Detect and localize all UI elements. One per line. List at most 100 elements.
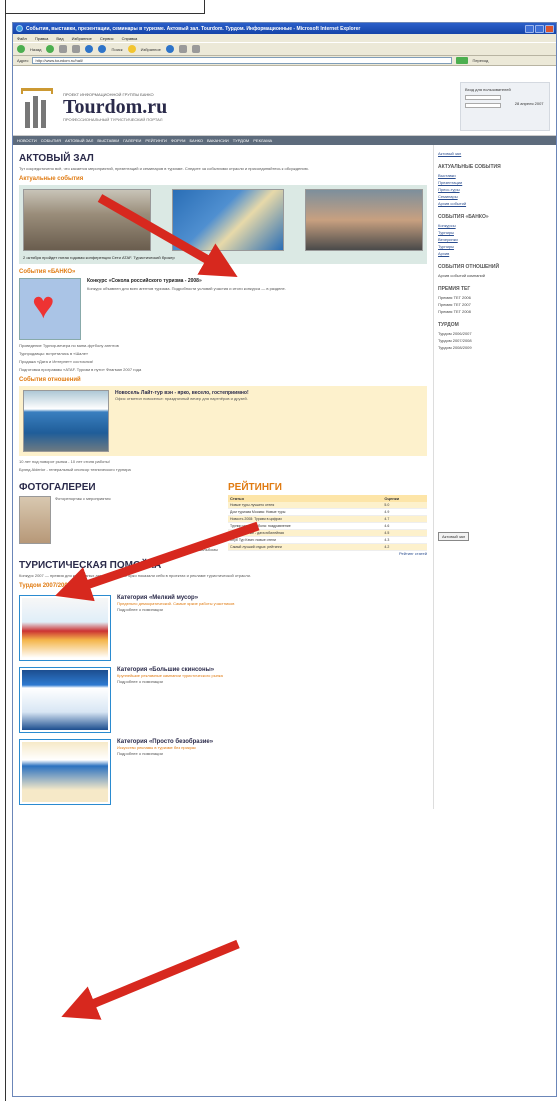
sidebar-item[interactable]: Турдом 2007/2008 xyxy=(438,338,552,343)
nav-item[interactable]: РЕКЛАМА xyxy=(253,138,272,143)
nav-item[interactable]: ГАЛЕРЕИ xyxy=(123,138,141,143)
sidebar-item[interactable]: Архив событий xyxy=(438,201,552,206)
sidebar-item[interactable]: Семинары xyxy=(438,194,552,199)
nav-item[interactable]: ВАКАНСИИ xyxy=(207,138,229,143)
favorites-label[interactable]: Избранное xyxy=(141,47,161,52)
sidebar-item[interactable]: Архив xyxy=(438,251,552,256)
meeting-photo[interactable] xyxy=(305,189,423,251)
ratings-more-link[interactable]: Рейтинг статей xyxy=(228,551,427,556)
sidebar-item[interactable]: Турниры xyxy=(438,244,552,249)
gallery-caption[interactable]: Фоторепортаж с мероприятия xyxy=(55,496,111,544)
news-line[interactable]: Проведение Турнир-вечера по мини-футболу… xyxy=(19,343,427,348)
nav-item[interactable]: НОВОСТИ xyxy=(17,138,37,143)
nav-item[interactable]: ВЫСТАВКИ xyxy=(97,138,119,143)
nav-item[interactable]: АКТОВЫЙ ЗАЛ xyxy=(65,138,93,143)
sidebar-item[interactable]: Конкурсы xyxy=(438,223,552,228)
news-line[interactable]: Подготовка программы «ATAF. Туризм в пут… xyxy=(19,367,427,372)
sidebar-item[interactable]: Премия ТЕГ 2006 xyxy=(438,295,552,300)
speaker-photo[interactable] xyxy=(172,189,284,251)
login-field[interactable] xyxy=(465,95,501,100)
awards-heading: Турдом 2007/2008 xyxy=(19,583,72,589)
gallery-thumb[interactable] xyxy=(19,496,51,544)
gallery-more-link[interactable]: Все фотоальбомы xyxy=(19,547,218,552)
table-row[interactable]: Турнир мини-футбола: поздравление 4.6 xyxy=(228,522,427,530)
heart-image[interactable]: ♥ xyxy=(19,278,81,340)
award-subtitle: Искусство рекламы в туризме без прикрас xyxy=(117,745,197,750)
brand-name[interactable]: Tourdom.ru xyxy=(63,97,167,117)
sidebar-item[interactable]: Выставки xyxy=(438,173,552,178)
award-link[interactable]: Подробнее о номинации xyxy=(117,679,223,684)
table-row[interactable]: Самый лучший отдых: рейтинги 4.2 xyxy=(228,543,427,551)
menu-help[interactable]: Справка xyxy=(122,36,138,41)
award-image[interactable] xyxy=(19,595,111,661)
mail-icon[interactable] xyxy=(178,45,187,53)
go-button[interactable] xyxy=(456,57,469,64)
sidebar-item[interactable]: Премия ТЕГ 2008 xyxy=(438,309,552,314)
news-line[interactable]: 10 лет под поворот рынка - 10 лет стиля … xyxy=(19,459,427,464)
nav-item[interactable]: БАНКО xyxy=(189,138,203,143)
menu-view[interactable]: Вид xyxy=(56,36,63,41)
gallery-title: ФОТОГАЛЕРЕИ xyxy=(19,482,96,493)
table-row[interactable]: Клуб Тур Кэмп: новые отели 4.3 xyxy=(228,536,427,544)
back-label[interactable]: Назад xyxy=(30,47,41,52)
history-icon[interactable] xyxy=(165,45,174,53)
print-icon[interactable] xyxy=(191,45,200,53)
award-item: Категория «Мелкий мусор» Предельно демок… xyxy=(19,595,427,661)
nav-item[interactable]: ТУРДОМ xyxy=(233,138,250,143)
sidebar-item[interactable]: Презентации xyxy=(438,180,552,185)
refresh-icon[interactable] xyxy=(72,45,81,53)
sidebar-item[interactable]: Турдом 2006/2007 xyxy=(438,331,552,336)
tourdom-logo[interactable] xyxy=(19,82,57,132)
conference-photo[interactable] xyxy=(23,189,151,251)
minimize-button[interactable] xyxy=(525,24,534,33)
go-label[interactable]: Переход xyxy=(472,58,488,63)
content: АКТОВЫЙ ЗАЛ Тут сосредоточено всё, что к… xyxy=(13,145,556,809)
nav-item[interactable]: РЕЙТИНГИ xyxy=(145,138,166,143)
ratings-col: Оценки xyxy=(382,495,427,502)
table-row[interactable]: Дом туризма Москва: Новые туры 4.9 xyxy=(228,508,427,516)
favorites-icon[interactable] xyxy=(127,45,136,53)
password-field[interactable] xyxy=(465,103,501,108)
award-item: Категория «Просто безобразие» Искусство … xyxy=(19,739,427,805)
menu-file[interactable]: Файл xyxy=(17,36,27,41)
relations-heading: События отношений xyxy=(19,377,81,383)
banko-heading: События «БАНКО» xyxy=(19,269,76,275)
back-icon[interactable] xyxy=(17,45,25,53)
table-row[interactable]: Новость 2008: Туризм в цифрах 4.7 xyxy=(228,515,427,523)
sidebar-item[interactable]: Турдом 2008/2009 xyxy=(438,345,552,350)
office-photo[interactable] xyxy=(23,390,109,452)
news-caption[interactable]: 2 октября пройдет пятая годовая конферен… xyxy=(23,255,423,260)
award-link[interactable]: Подробнее о номинации xyxy=(117,607,234,612)
sidebar-text[interactable]: Архив событий компаний xyxy=(438,273,552,278)
search-icon[interactable] xyxy=(98,45,107,53)
site-date: 28 апреля 2007 xyxy=(514,101,544,106)
nav-item[interactable]: ФОРУМ xyxy=(171,138,186,143)
sidebar-button[interactable]: Актовый зал xyxy=(438,532,470,541)
sidebar-back-link[interactable]: Актовый зал xyxy=(438,151,552,156)
banko-headline[interactable]: Конкурс «Сокола российского туризма - 20… xyxy=(87,278,427,284)
sidebar-item[interactable]: Вечеринки xyxy=(438,237,552,242)
sidebar-item[interactable]: Премия ТЕГ 2007 xyxy=(438,302,552,307)
table-row[interactable]: 10 лет в рынке - дата юбилейная 4.5 xyxy=(228,529,427,537)
news-line[interactable]: Турпродавцы: встретились в «Шале» xyxy=(19,351,427,356)
sidebar-item[interactable]: Турниры xyxy=(438,230,552,235)
maximize-button[interactable] xyxy=(535,24,544,33)
menu-tools[interactable]: Сервис xyxy=(100,36,114,41)
sidebar-item[interactable]: Пресс-туры xyxy=(438,187,552,192)
close-button[interactable] xyxy=(545,24,554,33)
news-line[interactable]: Брэнд Alderior - генеральный спонсор тех… xyxy=(19,467,427,472)
menu-favorites[interactable]: Избранное xyxy=(72,36,92,41)
stop-icon[interactable] xyxy=(59,45,68,53)
search-label[interactable]: Поиск xyxy=(111,47,122,52)
award-image[interactable] xyxy=(19,667,111,733)
news-line[interactable]: Продажа «Дата и Интернет» состоялся! xyxy=(19,359,427,364)
menu-edit[interactable]: Правка xyxy=(35,36,49,41)
sidebar-heading: ПРЕМИЯ ТЕГ xyxy=(438,286,471,292)
address-input[interactable]: http://www.tourdom.ru/hall/ xyxy=(32,57,453,64)
home-icon[interactable] xyxy=(85,45,94,53)
award-image[interactable] xyxy=(19,739,111,805)
forward-icon[interactable] xyxy=(46,45,55,53)
nav-item[interactable]: СОБЫТИЯ xyxy=(41,138,61,143)
award-link[interactable]: Подробнее о номинации xyxy=(117,751,213,756)
intro-text: Тут сосредоточено всё, что касается меро… xyxy=(19,166,309,171)
